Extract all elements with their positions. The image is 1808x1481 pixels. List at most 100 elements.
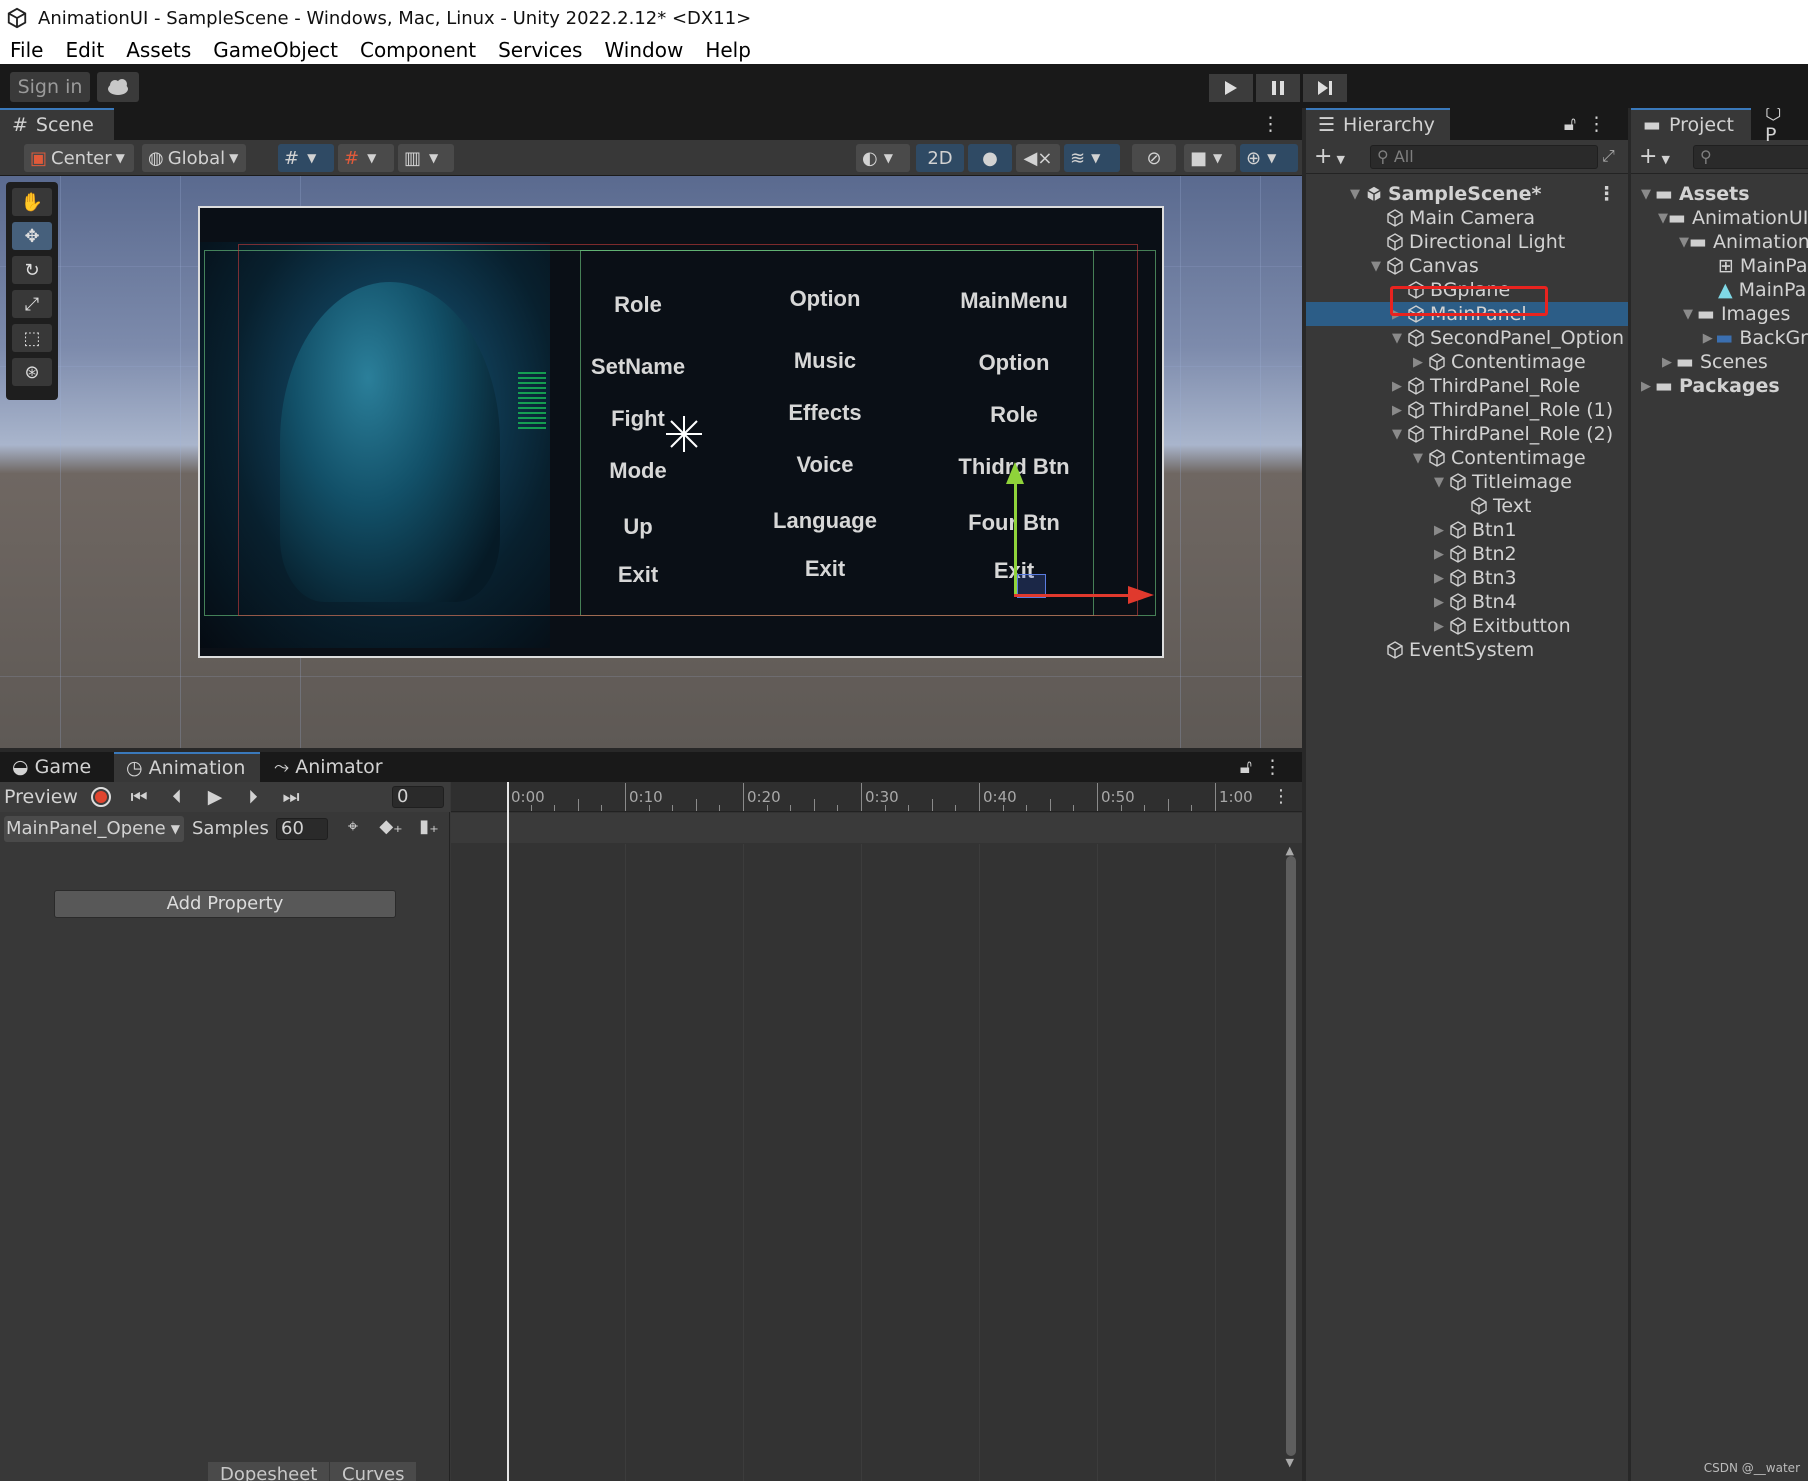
hierarchy-item[interactable]: ▶ Exitbutton (1306, 614, 1628, 638)
playhead[interactable] (507, 782, 509, 1481)
menu-file[interactable]: File (10, 38, 43, 62)
move-tool[interactable]: ✥ (12, 222, 52, 250)
hierarchy-item[interactable]: ▶ ThirdPanel_Role (1) (1306, 398, 1628, 422)
collapse-arrow-icon[interactable]: ▶ (1430, 523, 1448, 538)
tab-game[interactable]: ◒ Game (0, 752, 112, 782)
effects-toggle[interactable]: ≋ ▼ (1064, 144, 1120, 172)
hierarchy-menu-icon[interactable]: ⋮ (1575, 108, 1618, 140)
timeline-menu-icon[interactable]: ⋮ (1272, 786, 1290, 807)
project-item[interactable]: ▶ ▬ Packages (1631, 374, 1808, 398)
ruler-button[interactable]: ▥ ▼ (398, 144, 454, 172)
project-item[interactable]: ▶ ▬ Scenes (1631, 350, 1808, 374)
timeline-scrollbar[interactable] (1286, 856, 1296, 1456)
project-item[interactable]: ▲ MainPa (1631, 278, 1808, 302)
scene-btn-option-2[interactable]: Option (949, 350, 1079, 376)
scene-btn-mainmenu[interactable]: MainMenu (949, 288, 1079, 314)
2d-toggle-button[interactable]: 2D (916, 144, 964, 172)
current-frame-input[interactable]: 0 (392, 786, 444, 808)
expand-arrow-icon[interactable]: ▼ (1409, 451, 1427, 466)
add-keyframe-button[interactable]: ◆₊ (374, 816, 408, 842)
play-button[interactable] (1209, 74, 1253, 102)
scene-btn-up[interactable]: Up (573, 514, 703, 540)
hand-tool[interactable]: ✋ (12, 188, 52, 216)
project-item[interactable]: ▼ ▬ Images (1631, 302, 1808, 326)
scene-btn-language[interactable]: Language (760, 508, 890, 534)
collapse-arrow-icon[interactable]: ▶ (1700, 331, 1715, 346)
hierarchy-search-input[interactable]: ⚲ All (1370, 145, 1598, 169)
step-button[interactable] (1303, 74, 1347, 102)
event-lane[interactable] (451, 813, 1302, 843)
arrow-up-icon[interactable] (1006, 462, 1024, 484)
prev-key-button[interactable]: ⏴ (158, 784, 196, 810)
move-gizmo-x-axis[interactable] (1014, 594, 1134, 597)
last-key-button[interactable]: ⏭ (272, 784, 310, 810)
scene-menu-icon[interactable]: ⋮ (1249, 108, 1292, 140)
scene-btn-role[interactable]: Role (573, 292, 703, 318)
collapse-arrow-icon[interactable]: ▶ (1388, 403, 1406, 418)
record-button[interactable] (82, 784, 120, 810)
expand-arrow-icon[interactable]: ▼ (1388, 427, 1406, 442)
expand-arrow-icon[interactable]: ▼ (1367, 259, 1385, 274)
sign-in-button[interactable]: Sign in (10, 72, 90, 102)
hierarchy-item[interactable]: ▶ Btn1 (1306, 518, 1628, 542)
project-item[interactable]: ▶ ▬ BackGr (1631, 326, 1808, 350)
menu-gameobject[interactable]: GameObject (213, 38, 338, 62)
scene-menu-icon[interactable]: ⋮ (1597, 183, 1616, 205)
scene-btn-exit-2[interactable]: Exit (760, 556, 890, 582)
collapse-arrow-icon[interactable]: ▶ (1430, 595, 1448, 610)
shading-mode-button[interactable]: ◐ ▼ (856, 144, 910, 172)
scene-btn-role-2[interactable]: Role (949, 402, 1079, 428)
expand-arrow-icon[interactable]: ▼ (1388, 331, 1406, 346)
scale-tool[interactable]: ⤢ (12, 290, 52, 318)
tab-animation[interactable]: ◷ Animation (114, 752, 260, 782)
hierarchy-item[interactable]: ▼ Titleimage (1306, 470, 1628, 494)
add-property-button[interactable]: Add Property (54, 890, 396, 918)
hierarchy-item[interactable]: ▼ ThirdPanel_Role (2) (1306, 422, 1628, 446)
time-ruler[interactable]: 0:00 0:10 0:20 0:30 0:40 0:50 1:00 (451, 782, 1302, 812)
gizmos-dropdown[interactable]: ⊕ ▼ (1240, 144, 1298, 172)
collapse-arrow-icon[interactable]: ▶ (1430, 619, 1448, 634)
tab-package-icon[interactable]: ⬡ P (1753, 108, 1808, 146)
hierarchy-item[interactable]: ▶ Btn4 (1306, 590, 1628, 614)
menu-services[interactable]: Services (498, 38, 582, 62)
expand-arrow-icon[interactable]: ▼ (1679, 235, 1689, 250)
snap-key-button[interactable]: ⌖ (338, 816, 368, 842)
space-dropdown[interactable]: ◍ Global ▼ (142, 144, 246, 172)
add-event-button[interactable]: ▮₊ (412, 816, 446, 842)
project-item[interactable]: ▼ ▬ Animation (1631, 230, 1808, 254)
hierarchy-item[interactable]: ▼ SampleScene* ⋮ (1306, 182, 1628, 206)
project-search-input[interactable]: ⚲ (1693, 145, 1808, 169)
next-key-button[interactable]: ⏵ (234, 784, 272, 810)
preview-toggle[interactable]: Preview (0, 784, 82, 810)
tab-project[interactable]: ▬ Project (1631, 108, 1751, 140)
collapse-arrow-icon[interactable]: ▶ (1637, 379, 1655, 394)
audio-toggle[interactable]: ◀× (1016, 144, 1060, 172)
dopesheet-timeline[interactable]: 0:00 0:10 0:20 0:30 0:40 0:50 1:00 ⋮ ▲ ▼ (451, 782, 1302, 1481)
samples-input[interactable]: 60 (276, 818, 328, 840)
expand-arrow-icon[interactable]: ▼ (1346, 187, 1364, 202)
snap-increment-button[interactable]: # ▼ (338, 144, 394, 172)
tab-curves[interactable]: Curves (330, 1462, 417, 1481)
hierarchy-item[interactable]: EventSystem (1306, 638, 1628, 662)
scene-viewport[interactable]: ✋ ✥ ↻ ⤢ ⬚ ⊛ Role SetName Fight Mode Up E… (0, 176, 1302, 748)
project-item[interactable]: ▼ ▬ Assets (1631, 182, 1808, 206)
hierarchy-item[interactable]: ▼ Contentimage (1306, 446, 1628, 470)
camera-dropdown[interactable]: ■ ▼ (1184, 144, 1236, 172)
play-anim-button[interactable]: ▶ (196, 784, 234, 810)
first-key-button[interactable]: ⏮ (120, 784, 158, 810)
clip-dropdown[interactable]: MainPanel_Opene ▼ (4, 816, 184, 842)
hierarchy-item[interactable]: Main Camera (1306, 206, 1628, 230)
tab-animator[interactable]: ⤳ Animator (262, 752, 395, 782)
menu-help[interactable]: Help (705, 38, 751, 62)
expand-arrow-icon[interactable]: ▼ (1658, 211, 1668, 226)
scene-btn-music[interactable]: Music (760, 348, 890, 374)
cloud-button[interactable] (97, 72, 139, 102)
grid-snap-button[interactable]: # ▼ (278, 144, 334, 172)
hierarchy-item[interactable]: ▶ Contentimage (1306, 350, 1628, 374)
add-object-button[interactable]: + ▼ (1314, 144, 1345, 169)
animation-menu-icon[interactable]: ⋮ (1251, 752, 1294, 782)
hierarchy-item[interactable]: ▶ ThirdPanel_Role (1306, 374, 1628, 398)
search-expand-icon[interactable]: ⤢ (1602, 146, 1615, 166)
collapse-arrow-icon[interactable]: ▶ (1409, 355, 1427, 370)
hierarchy-item[interactable]: ▶ Btn3 (1306, 566, 1628, 590)
